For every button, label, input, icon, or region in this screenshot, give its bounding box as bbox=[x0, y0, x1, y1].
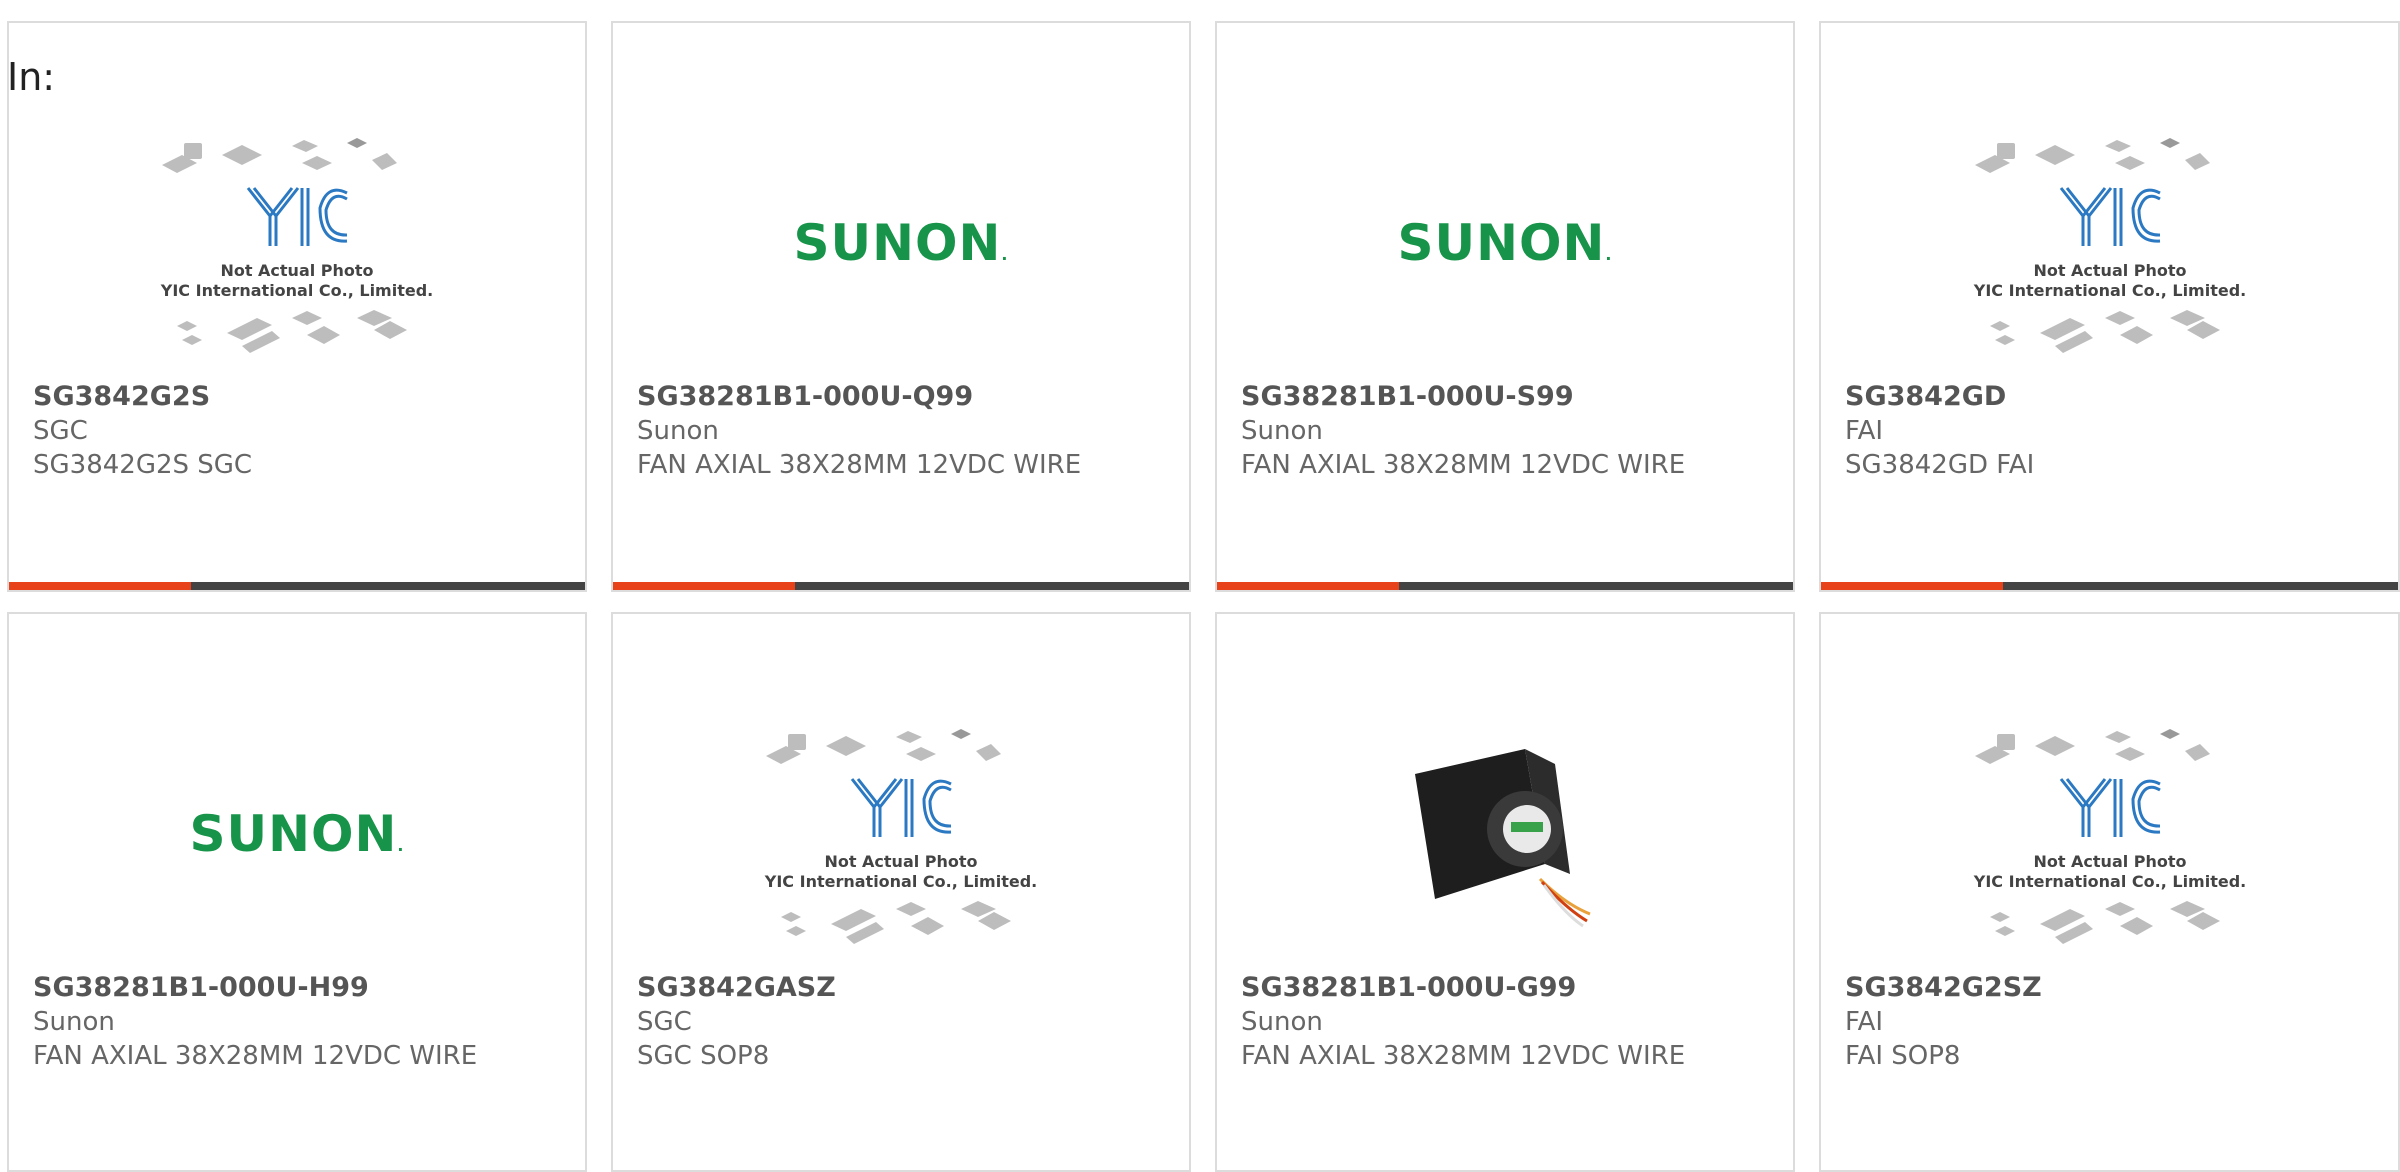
product-card[interactable]: Not Actual Photo YIC International Co., … bbox=[1819, 612, 2400, 1172]
svg-text:YIC International Co., Limited: YIC International Co., Limited. bbox=[1972, 872, 2245, 891]
product-image[interactable]: Not Actual Photo YIC International Co., … bbox=[9, 103, 585, 383]
svg-text:Not Actual Photo: Not Actual Photo bbox=[220, 261, 373, 280]
manufacturer: Sunon bbox=[1241, 1007, 1323, 1037]
product-image[interactable]: Not Actual Photo YIC International Co., … bbox=[1821, 103, 2398, 383]
manufacturer: FAI bbox=[1845, 1007, 1884, 1037]
product-image[interactable]: Not Actual Photo YIC International Co., … bbox=[613, 694, 1189, 974]
card-bar-accent bbox=[1217, 582, 1399, 590]
manufacturer: Sunon bbox=[33, 1007, 115, 1037]
manufacturer: SGC bbox=[33, 416, 88, 446]
description: SG3842GD FAI bbox=[1845, 450, 2035, 480]
card-bar bbox=[613, 582, 1189, 590]
card-bar-accent bbox=[9, 582, 191, 590]
yic-placeholder-graphic: Not Actual Photo YIC International Co., … bbox=[1972, 138, 2246, 353]
part-number[interactable]: SG3842G2S bbox=[33, 381, 210, 412]
product-image[interactable] bbox=[1217, 694, 1793, 974]
product-image[interactable]: Not Actual Photo YIC International Co., … bbox=[1821, 694, 2398, 974]
description: SG3842G2S SGC bbox=[33, 450, 253, 480]
product-card[interactable]: SUNON. SG38281B1-000U-Q99 Sunon FAN AXIA… bbox=[611, 21, 1191, 592]
sunon-logo: SUNON. bbox=[793, 214, 1009, 272]
card-bar-accent bbox=[1821, 582, 2003, 590]
part-number[interactable]: SG3842GD bbox=[1845, 381, 2006, 412]
svg-text:YIC International Co., Limited: YIC International Co., Limited. bbox=[1972, 281, 2245, 300]
product-card[interactable]: SUNON. SG38281B1-000U-H99 Sunon FAN AXIA… bbox=[7, 612, 587, 1172]
manufacturer: SGC bbox=[637, 1007, 692, 1037]
product-card[interactable]: SG38281B1-000U-G99 Sunon FAN AXIAL 38X28… bbox=[1215, 612, 1795, 1172]
part-number[interactable]: SG38281B1-000U-G99 bbox=[1241, 972, 1576, 1003]
product-image[interactable]: SUNON. bbox=[9, 694, 585, 974]
description: FAI SOP8 bbox=[1845, 1041, 1961, 1071]
card-bar bbox=[1217, 582, 1793, 590]
svg-text:Not Actual Photo: Not Actual Photo bbox=[2033, 261, 2186, 280]
description: FAN AXIAL 38X28MM 12VDC WIRE bbox=[1241, 1041, 1686, 1071]
part-number[interactable]: SG38281B1-000U-S99 bbox=[1241, 381, 1574, 412]
results-label: In: bbox=[7, 55, 56, 99]
part-number[interactable]: SG38281B1-000U-H99 bbox=[33, 972, 369, 1003]
description: FAN AXIAL 38X28MM 12VDC WIRE bbox=[637, 450, 1082, 480]
sunon-logo: SUNON. bbox=[189, 805, 405, 863]
svg-text:YIC International Co., Limited: YIC International Co., Limited. bbox=[764, 872, 1037, 891]
yic-placeholder-graphic: Not Actual Photo YIC International Co., … bbox=[160, 138, 433, 353]
product-card[interactable]: Not Actual Photo YIC International Co., … bbox=[611, 612, 1191, 1172]
svg-text:YIC International Co., Limited: YIC International Co., Limited. bbox=[160, 281, 433, 300]
svg-text:Not Actual Photo: Not Actual Photo bbox=[2033, 852, 2186, 871]
product-image[interactable]: SUNON. bbox=[1217, 103, 1793, 383]
manufacturer: FAI bbox=[1845, 416, 1884, 446]
description: FAN AXIAL 38X28MM 12VDC WIRE bbox=[1241, 450, 1686, 480]
product-card[interactable]: SUNON. SG38281B1-000U-S99 Sunon FAN AXIA… bbox=[1215, 21, 1795, 592]
fan-photo bbox=[1415, 749, 1591, 928]
product-card[interactable]: Not Actual Photo YIC International Co., … bbox=[7, 21, 587, 592]
svg-text:Not Actual Photo: Not Actual Photo bbox=[824, 852, 977, 871]
product-card[interactable]: Not Actual Photo YIC International Co., … bbox=[1819, 21, 2400, 592]
card-bar bbox=[9, 582, 585, 590]
manufacturer: Sunon bbox=[637, 416, 719, 446]
product-image[interactable]: SUNON. bbox=[613, 103, 1189, 383]
manufacturer: Sunon bbox=[1241, 416, 1323, 446]
description: SGC SOP8 bbox=[637, 1041, 770, 1071]
description: FAN AXIAL 38X28MM 12VDC WIRE bbox=[33, 1041, 478, 1071]
part-number[interactable]: SG38281B1-000U-Q99 bbox=[637, 381, 973, 412]
sunon-logo: SUNON. bbox=[1397, 214, 1613, 272]
yic-placeholder-graphic: Not Actual Photo YIC International Co., … bbox=[764, 729, 1037, 944]
part-number[interactable]: SG3842GASZ bbox=[637, 972, 836, 1003]
card-bar-accent bbox=[613, 582, 795, 590]
yic-placeholder-graphic: Not Actual Photo YIC International Co., … bbox=[1972, 729, 2246, 944]
card-bar bbox=[1821, 582, 2398, 590]
part-number[interactable]: SG3842G2SZ bbox=[1845, 972, 2042, 1003]
